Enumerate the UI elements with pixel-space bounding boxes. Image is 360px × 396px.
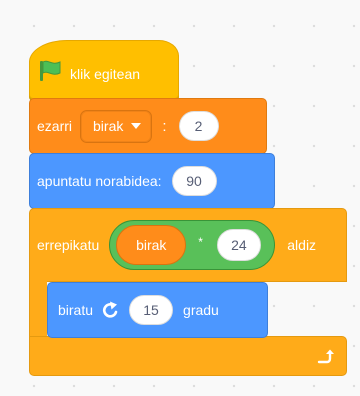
repeat-block-arm [29,280,47,338]
multiply-value-input[interactable]: 24 [216,229,261,261]
turn-label: biratu [58,302,94,318]
degrees-unit-label: gradu [183,302,219,318]
set-colon: : [162,117,167,135]
set-variable-block[interactable]: ezarri birak : 2 [29,98,267,154]
degrees-input[interactable]: 15 [129,295,174,325]
variable-reporter[interactable]: birak [116,225,187,265]
point-in-direction-block[interactable]: apuntatu norabidea: 90 [29,153,275,209]
variable-dropdown[interactable]: birak [80,109,153,143]
multiply-operator-block[interactable]: birak * 24 [109,220,276,270]
direction-input[interactable]: 90 [171,166,217,196]
chevron-down-icon [131,123,142,129]
when-flag-clicked-block[interactable]: klik egitean [29,40,179,99]
variable-dropdown-value: birak [93,118,124,134]
multiply-symbol: * [198,235,203,249]
script-workspace[interactable]: klik egitean ezarri birak : 2 apuntatu n… [0,0,360,396]
green-flag-icon [40,60,61,81]
repeat-block[interactable]: errepikatu birak * 24 aldiz [29,208,347,282]
repeat-block-bottom[interactable] [29,336,347,376]
repeat-label: errepikatu [37,237,100,253]
set-label: ezarri [37,118,73,134]
point-label: apuntatu norabidea: [37,173,162,189]
set-value-input[interactable]: 2 [178,111,219,141]
rotate-clockwise-icon [102,301,118,318]
hat-label: klik egitean [70,66,141,82]
loop-arrow-icon [317,349,334,364]
turn-right-block[interactable]: biratu 15 gradu [47,282,268,338]
repeat-suffix: aldiz [287,237,317,253]
